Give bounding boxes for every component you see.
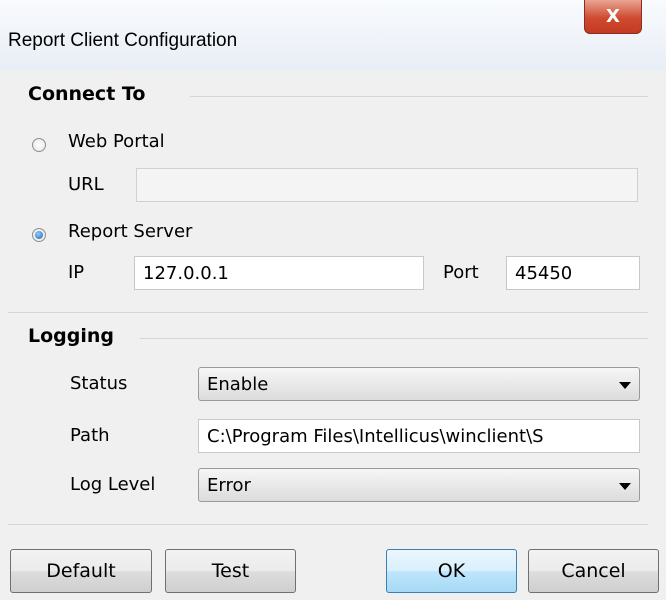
close-icon: X — [606, 6, 620, 27]
log-level-select[interactable]: Error — [198, 468, 640, 502]
ip-label: IP — [68, 262, 85, 283]
chevron-down-icon — [619, 382, 631, 389]
test-button[interactable]: Test — [165, 549, 296, 593]
report-server-radio[interactable] — [32, 228, 46, 242]
window-title: Report Client Configuration — [8, 30, 238, 51]
button-bar-separator — [8, 524, 648, 525]
ok-button[interactable]: OK — [386, 549, 517, 593]
title-bar: Report Client Configuration X — [0, 0, 666, 70]
port-input[interactable]: 45450 — [506, 256, 640, 290]
chevron-down-icon — [619, 483, 631, 490]
section-heading-logging: Logging — [28, 325, 115, 347]
url-input[interactable] — [136, 168, 638, 202]
path-label: Path — [70, 425, 110, 446]
log-level-select-value: Error — [207, 475, 251, 496]
report-server-label: Report Server — [68, 221, 193, 242]
section-heading-connect-to: Connect To — [28, 83, 146, 105]
section-divider — [140, 338, 648, 339]
section-divider — [190, 96, 648, 97]
close-button[interactable]: X — [584, 0, 642, 34]
status-label: Status — [70, 373, 128, 394]
web-portal-radio[interactable] — [32, 138, 46, 152]
port-label: Port — [443, 262, 479, 283]
status-select[interactable]: Enable — [198, 367, 640, 401]
url-label: URL — [68, 174, 104, 195]
path-input[interactable]: C:\Program Files\Intellicus\winclient\S — [198, 419, 640, 453]
default-button[interactable]: Default — [10, 549, 152, 593]
cancel-button[interactable]: Cancel — [528, 549, 659, 593]
web-portal-label: Web Portal — [68, 131, 165, 152]
log-level-label: Log Level — [70, 474, 156, 495]
status-select-value: Enable — [207, 374, 269, 395]
section-separator — [8, 312, 648, 313]
ip-input[interactable]: 127.0.0.1 — [134, 256, 424, 290]
